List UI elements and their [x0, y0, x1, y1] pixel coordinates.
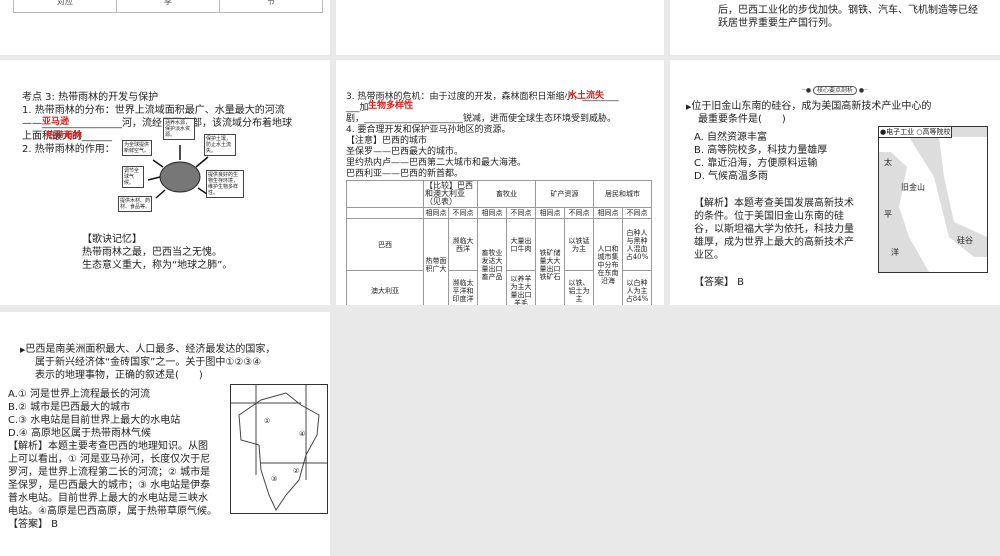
- answer-text: 【答案】 B: [8, 519, 59, 530]
- slide-crisis[interactable]: 3. 热带雨林的危机：由于过度的开发，森林面积日渐缩小，________ 水土流…: [336, 60, 664, 305]
- map-label: ①: [264, 417, 271, 425]
- explanation-line: 业区。: [694, 250, 724, 261]
- option-d: D.④ 高原地区属于热带雨林气候: [8, 428, 152, 439]
- slide-top-right[interactable]: 后，巴西工业化的步伐加快。钢铁、汽车、飞机制造等已经 跃居世界重要生产国行列。: [670, 0, 1000, 55]
- section-banner: ··● 核心要点剖析 ●··: [802, 86, 868, 95]
- question-text: ▶巴西是南美洲面积最大、人口最多、经济最发达的国家，: [20, 344, 276, 355]
- map-label: 硅谷: [957, 236, 973, 245]
- table-header: 不同点: [564, 207, 594, 219]
- table-header: 相同点: [477, 207, 507, 219]
- map-label: ②: [293, 467, 300, 475]
- table-cell: 对应: [14, 0, 117, 12]
- map-label: 旧金山: [901, 183, 925, 192]
- table-cell: 以养羊为主大量出口羊毛: [506, 270, 536, 305]
- map-legend: ●电子工业 ○高等院校: [879, 127, 953, 138]
- option-b: B. 高等院校多，科技力量雄厚: [694, 145, 828, 156]
- table-header: 不同点: [506, 207, 536, 219]
- effect-box: 涵养水源，保护淡水资源。: [163, 118, 195, 140]
- table-header: 【比较】巴西和澳大利亚（见表）: [423, 180, 478, 208]
- explanation-line: 电站。④高原是巴西高原，属于热带草原气候。: [8, 506, 217, 517]
- brazil-outline-icon: [231, 385, 327, 512]
- explanation-line: 普水电站。目前世界上最大的水电站是三峡水: [8, 493, 208, 504]
- table-cell: 澳大利亚: [346, 270, 424, 305]
- explanation-line: 圣保罗，是巴西最大的城市；③ 水电站是伊泰: [8, 480, 211, 491]
- answer-text: 热带雨林: [46, 131, 83, 141]
- table-header: 相同点: [593, 207, 623, 219]
- question-text: 表示的地理事物，正确的叙述是( ): [35, 370, 203, 381]
- answer-text: 水土流失: [568, 91, 605, 101]
- table-cell: 以铁锰为主: [564, 218, 594, 271]
- effect-box: 保护土壤，防止水土流失。: [204, 134, 236, 156]
- effect-box: 调节全球气候。: [122, 166, 144, 188]
- table-cell: 大量出口牛肉: [506, 218, 536, 271]
- table-header: 相同点: [423, 207, 449, 219]
- slide-silicon-valley[interactable]: ··● 核心要点剖析 ●·· ▶位于旧金山东南的硅谷，成为美国高新技术产业中心的…: [670, 60, 1000, 305]
- explanation-line: 谷，以斯坦福大学为依托，科技力量: [694, 224, 854, 235]
- map-label: ④: [299, 430, 306, 438]
- rhyme-title: 【歌诀记忆】: [82, 234, 142, 245]
- table-header: 居民和城市: [593, 180, 652, 208]
- table-cell: 以白种人为主占84%: [622, 270, 652, 305]
- table-header: 矿产资源: [535, 180, 594, 208]
- section-title: 考点 3: 热带雨林的开发与保护: [22, 92, 159, 103]
- table-cell: 濒临太平洋和印度洋: [448, 270, 478, 305]
- silicon-valley-map: ●电子工业 ○高等院校 太 平 洋 旧金山 硅谷: [878, 126, 988, 273]
- table-cell: 白种人与黑种人混血占40%: [622, 218, 652, 271]
- slide-top-middle[interactable]: [336, 0, 664, 55]
- explanation-line: 上可以看出，① 河是亚马孙河，长度仅次于尼: [8, 454, 211, 465]
- question-text: 最重要条件是( ): [698, 114, 786, 125]
- text-line: 后，巴西工业化的步伐加快。钢铁、汽车、飞机制造等已经: [718, 5, 978, 16]
- table-cell: 濒临大西洋: [448, 218, 478, 271]
- rainforest-diagram: 涵养水源，保护淡水资源。 为全球提供新鲜空气。 保护土壤，防止水土流失。 调节全…: [118, 112, 248, 212]
- table-header: 不同点: [448, 207, 478, 219]
- table-cell: 热带面积广大: [423, 218, 449, 305]
- table-header: 畜牧业: [477, 180, 536, 208]
- option-a: A.① 河是世界上流程最长的河流: [8, 389, 150, 400]
- table-cell: 节: [267, 0, 275, 6]
- text-line: 热带雨林之最，巴西当之无愧。: [82, 247, 222, 258]
- answer-text: 生物多样性: [368, 101, 414, 111]
- text-line: 跃居世界重要生产国行列。: [718, 18, 838, 29]
- comparison-table: 【比较】巴西和澳大利亚（见表） 畜牧业 矿产资源 居民和城市 相同点 不同点 相同点 不同点…: [346, 180, 652, 305]
- map-label: 平: [884, 210, 892, 219]
- question-text: 属于新兴经济体“金砖国家”之一。关于图中①②③④: [35, 357, 262, 368]
- map-label: ③: [271, 475, 278, 483]
- table-header: 相同点: [535, 207, 565, 219]
- explanation-line: 的条件。位于美国旧金山东南的硅: [694, 211, 844, 222]
- slide-top-left[interactable]: 对应 季 节: [0, 0, 330, 55]
- option-a: A. 自然资源丰富: [694, 132, 768, 143]
- table-cell: 铁矿储量大大量出口铁矿石: [535, 218, 565, 305]
- table-cell: 畜牧业发达大量出口畜产品: [477, 218, 507, 305]
- table-cell: 人口和城市集中分布在东南沿海: [593, 218, 623, 305]
- effect-box: 提供木材、药材、食品等。: [118, 196, 152, 212]
- explanation-line: 【解析】本题考查美国发展高新技术: [694, 198, 854, 209]
- option-c: C.③ 水电站是目前世界上最大的水电站: [8, 415, 181, 426]
- map-label: 洋: [891, 248, 899, 257]
- option-c: C. 靠近沿海，方便原料运输: [694, 158, 818, 169]
- text-line: 生态意义重大，称为“地球之肺”。: [82, 260, 233, 271]
- option-d: D. 气候高温多雨: [694, 171, 769, 182]
- text-line: 2. 热带雨林的作用：: [22, 144, 115, 155]
- answer-text: 【答案】 B: [694, 277, 745, 288]
- explanation-line: 【解析】本题主要考查巴西的地理知识。从图: [8, 441, 208, 452]
- question-text: ▶位于旧金山东南的硅谷，成为美国高新技术产业中心的: [686, 101, 932, 112]
- map-label: 太: [884, 158, 892, 167]
- table-header: 不同点: [622, 207, 652, 219]
- table-cell: 以铁、铝土为主: [564, 270, 594, 305]
- effect-box: 为全球提供新鲜空气。: [122, 140, 152, 156]
- option-b: B.② 城市是巴西最大的城市: [8, 402, 131, 413]
- brazil-map: ① ② ③ ④: [230, 384, 328, 514]
- answer-text: 亚马逊: [42, 117, 70, 127]
- slide-rainforest[interactable]: 考点 3: 热带雨林的开发与保护 1. 热带雨林的分布：世界上流域面积最广、水量…: [0, 60, 330, 305]
- slide-brazil[interactable]: ▶巴西是南美洲面积最大、人口最多、经济最发达的国家， 属于新兴经济体“金砖国家”…: [0, 312, 330, 556]
- table-cell: 季: [117, 0, 220, 12]
- table-fragment: 对应 季 节: [13, 0, 323, 13]
- effect-box: 提供良好的生物生存环境，维护生物多样性。: [206, 170, 244, 198]
- table-row: 巴西 热带面积广大 濒临大西洋 畜牧业发达大量出口畜产品 大量出口牛肉 铁矿储量大大量出口…: [346, 218, 652, 305]
- table-cell: 巴西: [346, 218, 424, 271]
- explanation-line: 罗河，是世界上流程第二长的河流；② 城市是: [8, 467, 211, 478]
- explanation-line: 雄厚，成为世界上最大的高新技术产: [694, 237, 854, 248]
